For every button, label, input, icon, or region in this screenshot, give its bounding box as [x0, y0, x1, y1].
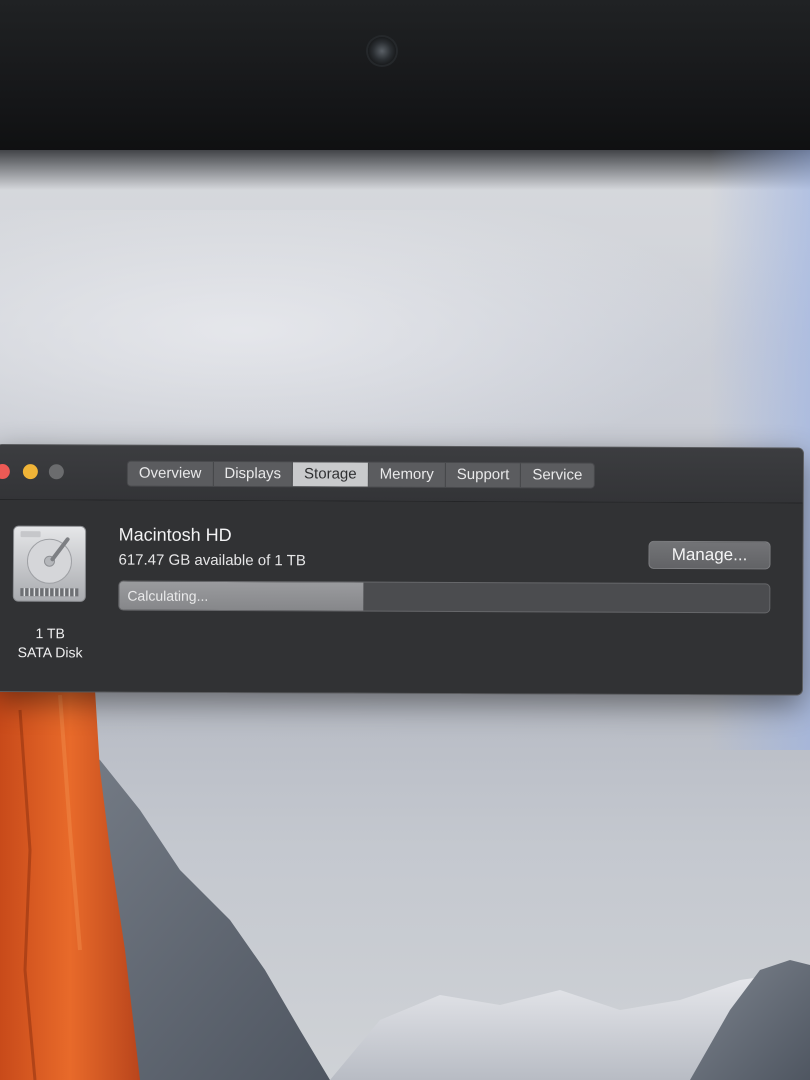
storage-bar-label: Calculating... [127, 587, 209, 604]
tab-storage[interactable]: Storage [293, 462, 369, 487]
disk-capacity-label: 1 TB [35, 625, 65, 642]
tab-displays[interactable]: Displays [213, 461, 294, 487]
tab-overview[interactable]: Overview [127, 461, 214, 486]
close-button[interactable] [0, 463, 10, 480]
titlebar: Overview Displays Storage Memory Support… [0, 445, 803, 504]
disk-type-label: SATA Disk [17, 644, 83, 661]
storage-usage-bar: Calculating... [118, 580, 771, 614]
storage-panel: 1 TB SATA Disk Macintosh HD 617.47 GB av… [0, 500, 803, 695]
tab-bar: Overview Displays Storage Memory Support… [126, 460, 595, 489]
tab-support[interactable]: Support [445, 462, 522, 488]
minimize-button[interactable] [22, 464, 38, 480]
tab-memory[interactable]: Memory [368, 462, 446, 487]
tab-service[interactable]: Service [521, 463, 593, 487]
monitor-bezel [0, 0, 810, 160]
available-space-text: 617.47 GB available of 1 TB [118, 551, 306, 570]
manage-button[interactable]: Manage... [648, 540, 771, 570]
volume-name: Macintosh HD [118, 524, 232, 546]
zoom-button[interactable] [48, 464, 64, 480]
about-this-mac-window: Overview Displays Storage Memory Support… [0, 444, 804, 696]
camera-icon [368, 37, 396, 65]
hard-drive-icon [12, 525, 87, 602]
